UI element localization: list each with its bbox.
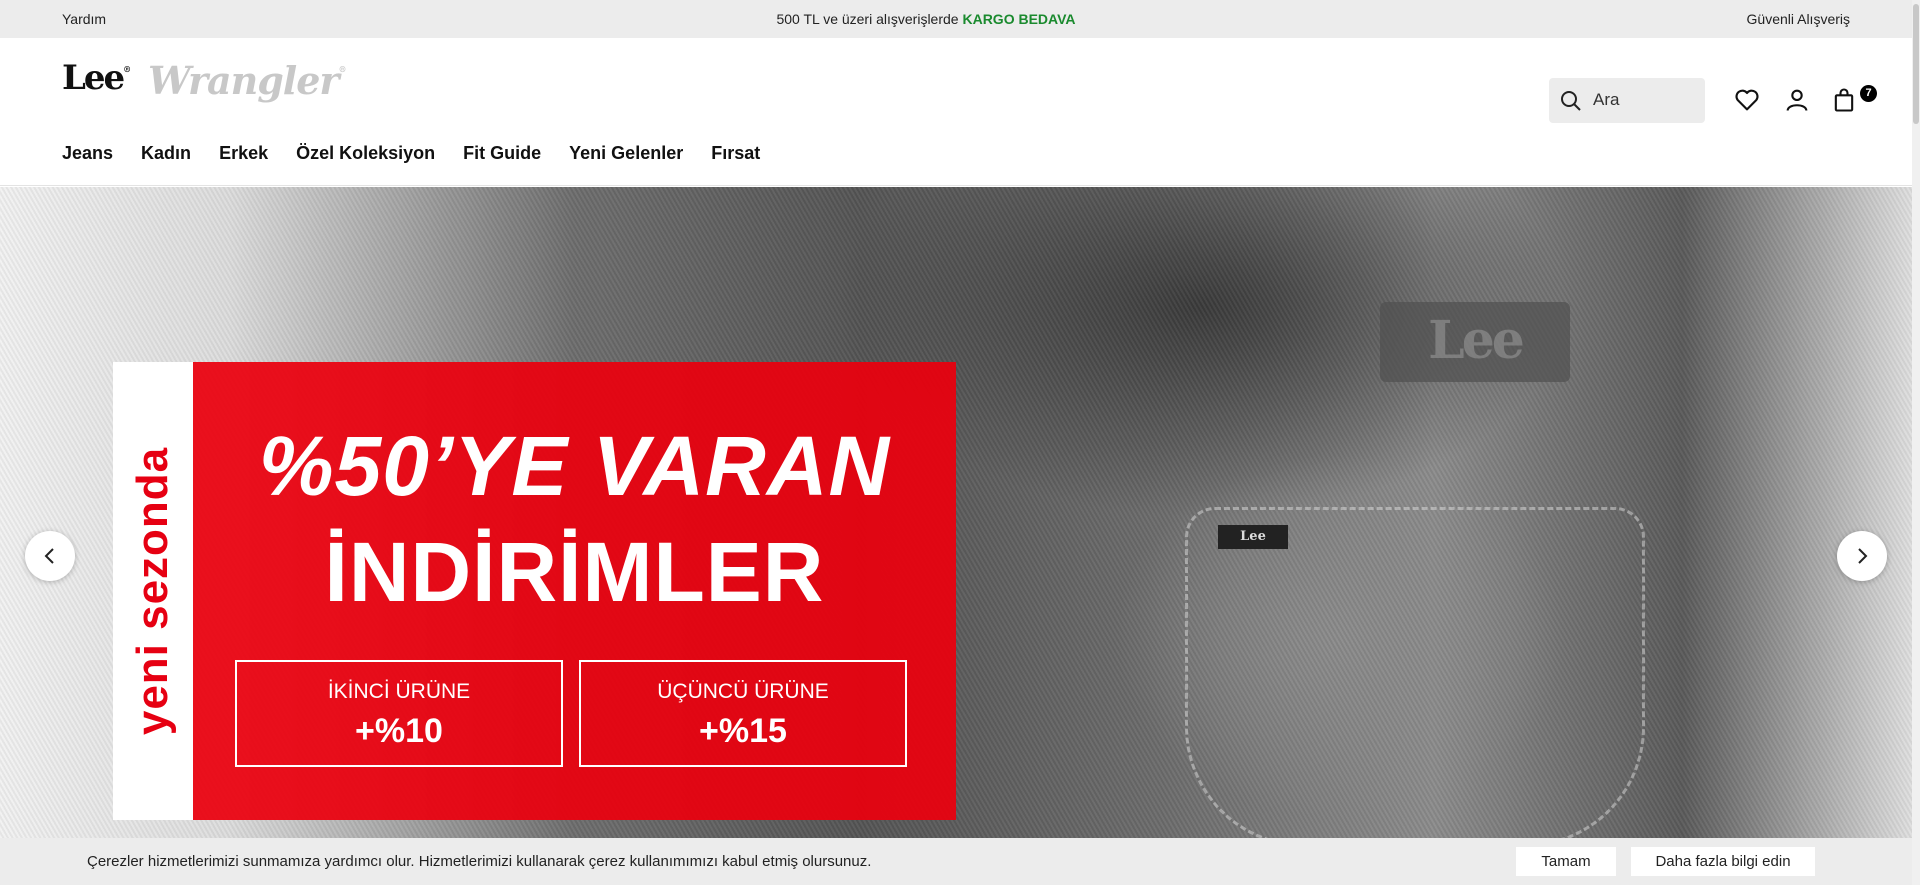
sale-title-line2: İNDİRİMLER — [324, 525, 825, 619]
chevron-right-icon — [1858, 548, 1868, 564]
cookie-banner: Çerezler hizmetlerimizi sunmamıza yardım… — [0, 838, 1912, 885]
offer-label: ÜÇÜNCÜ ÜRÜNE — [657, 680, 829, 703]
heart-icon[interactable] — [1733, 86, 1761, 114]
scrollbar-thumb[interactable] — [1913, 4, 1919, 124]
jeans-pocket — [1185, 507, 1645, 838]
site-header: Lee® Wrangler® Ara 7 Jeans Kadın Erkek Ö… — [0, 38, 1912, 186]
offer-label: İKİNCİ ÜRÜNE — [327, 680, 471, 703]
search-placeholder: Ara — [1593, 90, 1620, 109]
wrangler-logo[interactable]: Wrangler® — [148, 58, 346, 103]
vertical-caption-text: yeni sezonda — [128, 446, 177, 736]
cookie-accept-button[interactable]: Tamam — [1516, 847, 1616, 876]
main-nav: Jeans Kadın Erkek Özel Koleksiyon Fit Gu… — [62, 143, 760, 164]
search-box[interactable]: Ara — [1549, 78, 1705, 123]
lee-logo-text: Lee — [62, 58, 125, 98]
offer-value: +%10 — [355, 712, 443, 750]
top-bar: Yardım 500 TL ve üzeri alışverişlerde KA… — [0, 0, 1920, 38]
nav-item-fit-guide[interactable]: Fit Guide — [463, 143, 541, 164]
free-shipping-highlight: KARGO BEDAVA — [962, 11, 1076, 27]
offer-value: +%15 — [699, 712, 787, 750]
carousel-next-button[interactable] — [1837, 531, 1887, 581]
nav-item-ozel-koleksiyon[interactable]: Özel Koleksiyon — [296, 143, 435, 164]
carousel-prev-button[interactable] — [25, 531, 75, 581]
chevron-left-icon — [44, 548, 54, 564]
nav-item-kadin[interactable]: Kadın — [141, 143, 191, 164]
hero-banner[interactable]: Lee Lee yeni sezonda %50’YE VARAN İNDİRİ… — [0, 187, 1912, 838]
cookie-message: Çerezler hizmetlerimizi sunmamıza yardım… — [87, 853, 872, 870]
offer-box-second-item: İKİNCİ ÜRÜNE +%10 — [235, 660, 563, 767]
cookie-more-info-button[interactable]: Daha fazla bilgi edin — [1631, 847, 1815, 876]
sale-panel: %50’YE VARAN İNDİRİMLER İKİNCİ ÜRÜNE +%1… — [193, 362, 956, 820]
pocket-tag: Lee — [1218, 525, 1288, 549]
user-icon[interactable] — [1783, 86, 1811, 114]
cart-count-badge: 7 — [1860, 85, 1877, 102]
offer-box-third-item: ÜÇÜNCÜ ÜRÜNE +%15 — [579, 660, 907, 767]
sale-title-line1: %50’YE VARAN — [258, 419, 891, 513]
vertical-caption: yeni sezonda — [113, 362, 193, 820]
lee-logo[interactable]: Lee® — [62, 58, 131, 98]
secure-shopping-link[interactable]: Güvenli Alışveriş — [1747, 11, 1850, 27]
jeans-label-patch: Lee — [1380, 302, 1570, 382]
nav-item-yeni-gelenler[interactable]: Yeni Gelenler — [569, 143, 683, 164]
nav-item-erkek[interactable]: Erkek — [219, 143, 268, 164]
shipping-promo: 500 TL ve üzeri alışverişlerde KARGO BED… — [0, 11, 1852, 27]
search-icon — [1561, 91, 1581, 111]
shipping-promo-text: 500 TL ve üzeri alışverişlerde — [776, 11, 963, 27]
nav-item-jeans[interactable]: Jeans — [62, 143, 113, 164]
nav-item-firsat[interactable]: Fırsat — [711, 143, 760, 164]
shopping-bag-icon[interactable] — [1830, 86, 1858, 114]
page-scrollbar[interactable] — [1912, 0, 1920, 885]
wrangler-logo-text: Wrangler — [148, 58, 339, 103]
